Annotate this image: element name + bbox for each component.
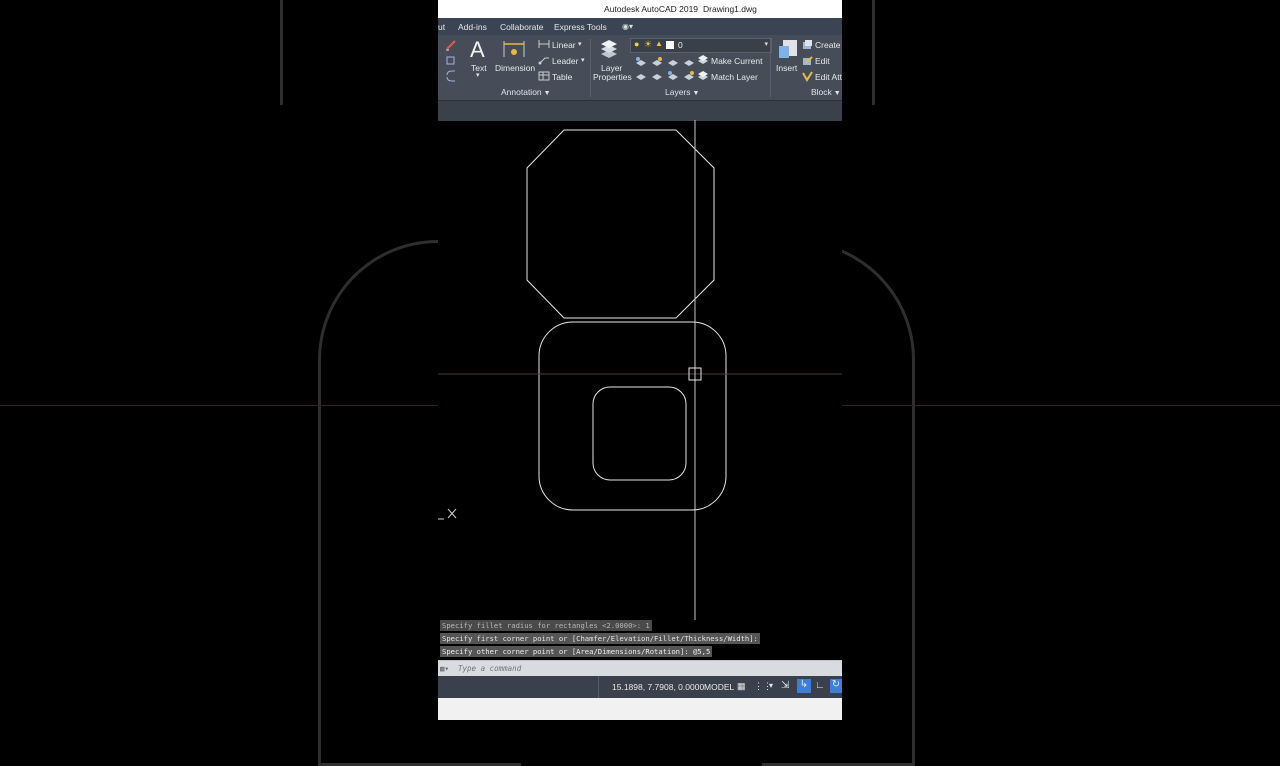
- insert-label: Insert: [776, 63, 798, 73]
- lightbulb-icon: ●: [634, 39, 640, 49]
- autocad-window: Autodesk AutoCAD 2019 Drawing1.dwg ut Ad…: [438, 0, 842, 720]
- layer-dropdown-arrow-icon: ▾: [764, 41, 768, 48]
- block-panel-title[interactable]: Block ▼: [811, 87, 841, 99]
- text-dropdown-icon[interactable]: ▾: [476, 71, 480, 79]
- leader-label: Leader: [552, 56, 579, 66]
- background-left: [0, 0, 521, 766]
- model-space-button[interactable]: MODEL: [704, 682, 734, 692]
- bg-crosshair-right: [842, 405, 1280, 406]
- command-history-line: Specify other corner point or [Area/Dime…: [440, 646, 713, 657]
- drawing-canvas[interactable]: [438, 120, 842, 620]
- block-panel-label: Block: [811, 87, 832, 97]
- edit-attribute-icon: [802, 71, 813, 82]
- command-history-line: Specify first corner point or [Chamfer/E…: [440, 633, 760, 644]
- document-title: Drawing1.dwg: [703, 4, 757, 14]
- layer-color-swatch: [666, 41, 674, 49]
- edit-block-icon: [803, 56, 813, 65]
- background-right: [762, 0, 1280, 766]
- tab-express-tools[interactable]: Express Tools: [554, 22, 607, 32]
- match-layer-icon: [698, 71, 708, 80]
- layers-panel-label: Layers: [665, 87, 691, 97]
- command-history: Specify fillet radius for rectangles <2.…: [438, 618, 842, 660]
- bg-chamfer-left: [280, 0, 283, 105]
- panel-separator: [770, 39, 771, 97]
- command-history-line: Specify fillet radius for rectangles <2.…: [440, 620, 652, 631]
- tab-add-ins[interactable]: Add-ins: [458, 22, 487, 32]
- panel-separator: [590, 39, 591, 97]
- leader-dropdown-icon[interactable]: ▾: [581, 56, 585, 64]
- ribbon: A Text ▾ Dimension Linear ▾ Leader ▾ Tab…: [438, 35, 842, 100]
- sun-icon: ☀: [644, 39, 653, 49]
- ribbon-tabs: ut Add-ins Collaborate Express Tools ◉▾: [438, 18, 842, 35]
- status-separator: [598, 676, 599, 698]
- insert-block-icon: [779, 40, 797, 58]
- coordinate-readout[interactable]: 15.1898, 7.7908, 0.0000: [612, 682, 704, 692]
- bottom-strip: [438, 698, 842, 720]
- command-line[interactable]: ▦▾: [438, 660, 842, 677]
- linear-icon: [538, 40, 550, 48]
- linear-label: Linear: [552, 40, 576, 50]
- svg-text:A: A: [470, 38, 485, 60]
- leader-icon: [538, 57, 549, 65]
- draw-tools-icon[interactable]: [444, 39, 458, 85]
- dropdown-icon[interactable]: ▾: [769, 681, 773, 690]
- text-a-icon: A: [470, 38, 485, 60]
- ucs-icon: [438, 508, 457, 520]
- bg-crosshair-left: [0, 405, 438, 406]
- linear-dropdown-icon[interactable]: ▾: [578, 40, 582, 48]
- layer-properties-icon: [601, 40, 617, 58]
- status-bar: 15.1898, 7.7908, 0.0000 MODEL ▦ ⋮⋮ ▾ ⇲ ↳…: [438, 676, 842, 698]
- dynamic-input-icon[interactable]: ↳: [797, 679, 811, 693]
- create-block-icon: [803, 40, 812, 49]
- table-label: Table: [552, 72, 573, 82]
- dimension-icon: [503, 41, 525, 57]
- filleted-rectangle-inner[interactable]: [592, 386, 687, 481]
- dimension-label: Dimension: [495, 63, 536, 73]
- command-input[interactable]: [458, 662, 828, 674]
- polar-tracking-icon[interactable]: ↻: [830, 679, 842, 693]
- tab-layout[interactable]: ut: [438, 22, 445, 32]
- layer-properties-label-line2: Properties: [593, 72, 632, 82]
- match-layer-label: Match Layer: [711, 72, 758, 82]
- bg-chamfer-right: [872, 0, 875, 105]
- layer-tools-icons[interactable]: [634, 55, 696, 81]
- make-current-icon: [698, 55, 708, 64]
- edit-label: Edit: [815, 56, 830, 66]
- tab-collaborate[interactable]: Collaborate: [500, 22, 543, 32]
- layer-dropdown[interactable]: ● ☀ ▲ 0 ▾: [630, 38, 772, 53]
- ortho-mode-icon[interactable]: ∟: [815, 680, 825, 691]
- chevron-down-icon: ▼: [833, 90, 841, 97]
- chevron-down-icon: ▼: [692, 90, 700, 97]
- layer-current-value: 0: [678, 40, 683, 50]
- filleted-rectangle-outer[interactable]: [538, 321, 727, 511]
- layers-panel-title[interactable]: Layers ▼: [665, 87, 699, 99]
- lock-icon: ▲: [655, 39, 663, 48]
- grid-icon[interactable]: ▦: [737, 681, 746, 692]
- chamfered-rectangle[interactable]: [526, 129, 715, 319]
- table-icon: [538, 71, 550, 81]
- infer-constraints-icon[interactable]: ⇲: [781, 680, 789, 691]
- edit-attribute-label: Edit Att: [815, 72, 842, 82]
- app-title: Autodesk AutoCAD 2019: [604, 4, 699, 14]
- make-current-label: Make Current: [711, 56, 763, 66]
- command-prompt-icon[interactable]: ▦▾: [440, 664, 449, 673]
- chevron-down-icon: ▼: [543, 90, 551, 97]
- annotation-panel-label: Annotation: [501, 87, 542, 97]
- file-tabs-bar: [438, 100, 842, 121]
- title-bar: Autodesk AutoCAD 2019 Drawing1.dwg: [438, 0, 842, 18]
- video-camera-icon[interactable]: ◉▾: [622, 22, 633, 31]
- create-label: Create: [815, 40, 841, 50]
- annotation-panel-title[interactable]: Annotation ▼: [501, 87, 551, 99]
